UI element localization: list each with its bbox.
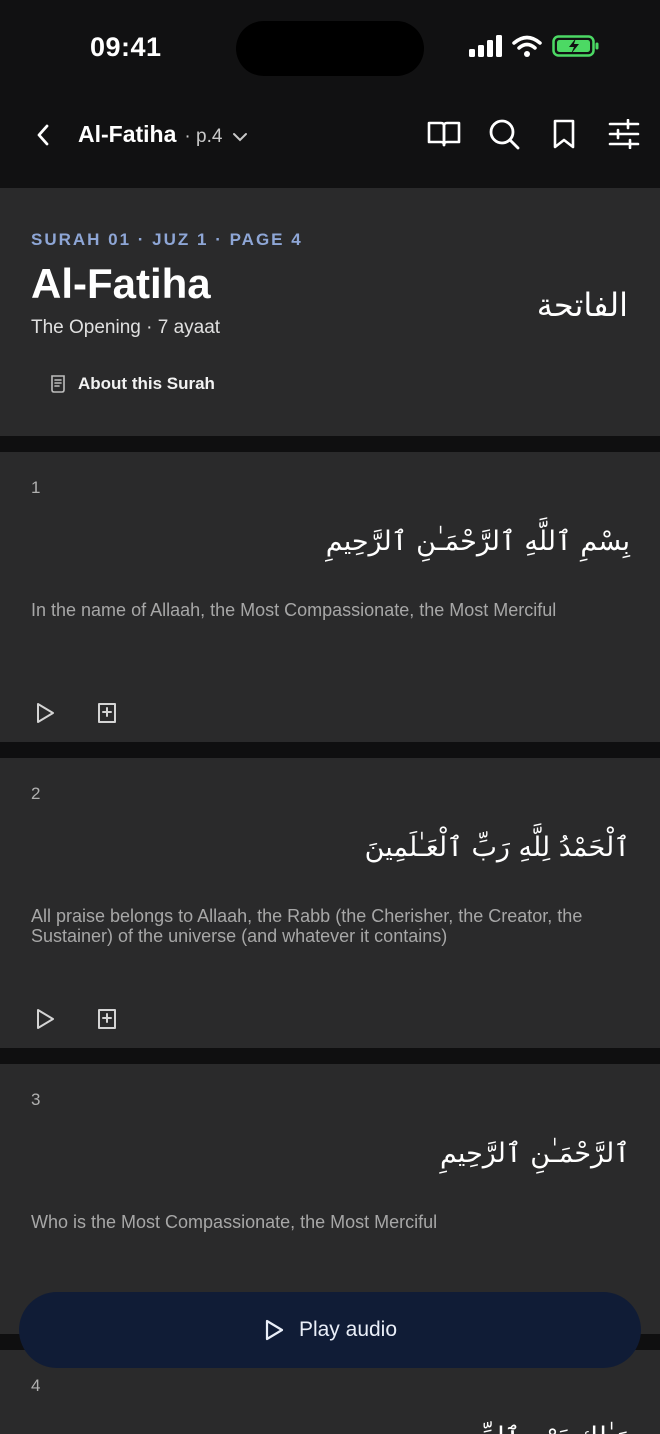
verse-arabic: ٱلرَّحْمَـٰنِ ٱلرَّحِيمِ	[439, 1138, 630, 1169]
verse-arabic: ٱلْحَمْدُ لِلَّهِ رَبِّ ٱلْعَـٰلَمِينَ	[364, 832, 630, 863]
play-icon	[37, 703, 54, 723]
search-button[interactable]	[486, 116, 522, 152]
bookmark-verse-button[interactable]	[95, 1007, 119, 1031]
sliders-icon	[608, 119, 640, 149]
play-icon	[37, 1009, 54, 1029]
play-icon	[265, 1319, 284, 1341]
bookmark-verse-button[interactable]	[95, 701, 119, 725]
battery-icon	[552, 35, 599, 57]
bookmark-add-icon	[98, 703, 116, 723]
verse-translation: All praise belongs to Allaah, the Rabb (…	[31, 906, 583, 946]
verse-number: 3	[31, 1090, 41, 1109]
bookmark-button[interactable]	[546, 116, 582, 152]
verse-actions	[33, 701, 119, 725]
status-time: 09:41	[90, 32, 162, 62]
settings-button[interactable]	[606, 116, 642, 152]
back-icon	[37, 124, 49, 146]
scroll-icon	[51, 375, 65, 393]
play-audio-label: Play audio	[298, 1318, 398, 1341]
back-button[interactable]	[26, 118, 60, 152]
nav-actions	[426, 116, 642, 152]
top-nav-bar: Al-Fatiha · p.4	[0, 96, 660, 188]
bookmark-add-icon	[98, 1009, 116, 1029]
verse-card: 1 بِسْمِ ٱللَّهِ ٱلرَّحْمَـٰنِ ٱلرَّحِيم…	[0, 452, 660, 742]
verse-number: 1	[31, 478, 41, 497]
status-bar: 09:41	[0, 0, 660, 96]
play-verse-button[interactable]	[33, 1007, 57, 1031]
surah-subtitle: The Opening · 7 ayaat	[31, 317, 221, 338]
verse-translation: In the name of Allaah, the Most Compassi…	[31, 600, 557, 620]
page-title: Al-Fatiha	[31, 260, 211, 307]
nav-page: · p.4	[184, 126, 223, 147]
verse-number: 2	[31, 784, 41, 803]
about-surah-label: About this Surah	[78, 374, 215, 393]
arabic-surah-name: الفاتحة	[536, 286, 628, 324]
chevron-down-icon	[233, 133, 248, 142]
search-icon	[489, 119, 520, 150]
verse-card: 2 ٱلْحَمْدُ لِلَّهِ رَبِّ ٱلْعَـٰلَمِينَ…	[0, 758, 660, 1048]
surah-meta: SURAH 01 · JUZ 1 · PAGE 4	[31, 230, 303, 249]
verse-arabic: بِسْمِ ٱللَّهِ ٱلرَّحْمَـٰنِ ٱلرَّحِيمِ	[325, 526, 630, 557]
book-open-icon	[427, 121, 461, 147]
verse-arabic: مَـٰلِكِ يَوْمِ ٱلدِّينِ	[454, 1422, 630, 1434]
verse-number: 4	[31, 1376, 41, 1395]
bookmark-icon	[553, 119, 575, 149]
verse-translation: Who is the Most Compassionate, the Most …	[31, 1212, 438, 1232]
play-verse-button[interactable]	[33, 701, 57, 725]
surah-selector[interactable]: Al-Fatiha · p.4	[78, 121, 248, 148]
nav-title: Al-Fatiha	[78, 121, 177, 147]
about-surah-button[interactable]: About this Surah	[48, 374, 215, 394]
play-audio-button[interactable]: Play audio	[19, 1292, 641, 1368]
status-icons	[468, 34, 600, 58]
dynamic-island	[236, 21, 424, 76]
wifi-icon	[512, 35, 542, 57]
verse-actions	[33, 1007, 119, 1031]
signal-icon	[469, 35, 502, 57]
reading-mode-button[interactable]	[426, 116, 462, 152]
surah-header: SURAH 01 · JUZ 1 · PAGE 4 Al-Fatiha The …	[0, 188, 660, 436]
